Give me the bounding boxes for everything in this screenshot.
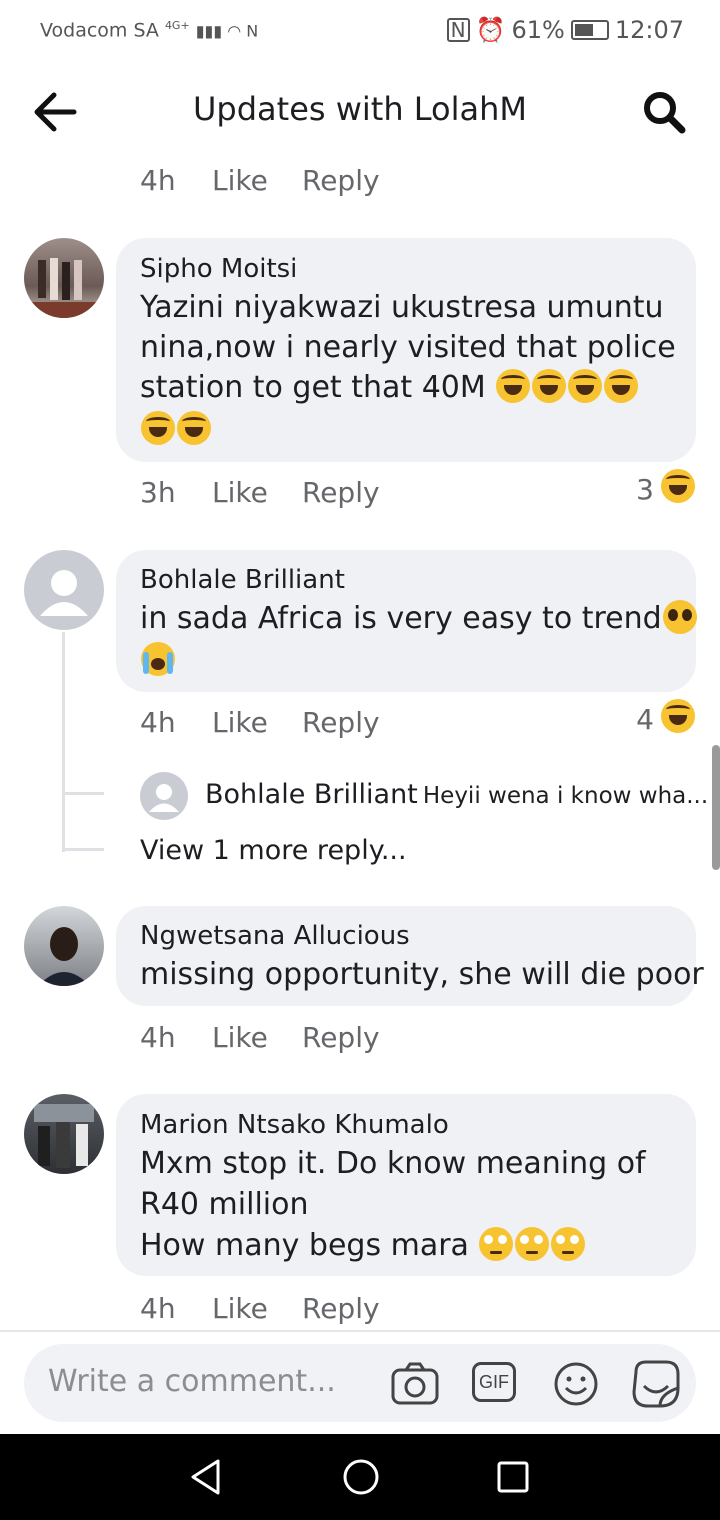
eye-roll-emoji-icon bbox=[551, 1226, 586, 1261]
reply-author: Bohlale Brilliant bbox=[205, 779, 418, 810]
header: Updates with LolahM bbox=[0, 62, 720, 162]
comment-text-line: missing opportunity, she will die poor bbox=[140, 957, 704, 992]
reply-snippet: Heyii wena i know wha... bbox=[422, 783, 709, 809]
clock: 12:07 bbox=[614, 16, 684, 44]
comment-composer: Write a comment... GIF bbox=[0, 1330, 720, 1436]
comment-time: 3h bbox=[140, 476, 176, 509]
system-nav-bar bbox=[0, 1434, 720, 1520]
alarm-icon: ⏰ bbox=[475, 16, 506, 44]
comment-author[interactable]: Bohlale Brilliant bbox=[140, 565, 345, 595]
reply-button[interactable]: Reply bbox=[302, 706, 380, 739]
search-icon bbox=[644, 92, 686, 134]
crying-emoji-icon bbox=[141, 641, 175, 676]
nfc-icon: N bbox=[446, 18, 470, 42]
avatar[interactable] bbox=[24, 238, 104, 318]
pleading-emoji-icon bbox=[662, 599, 697, 634]
like-button[interactable]: Like bbox=[212, 706, 268, 739]
reply-button[interactable]: Reply bbox=[302, 476, 380, 509]
reaction-count: 4 bbox=[636, 702, 654, 736]
rofl-emoji-icon bbox=[177, 410, 211, 445]
scrollbar[interactable] bbox=[712, 745, 720, 870]
group-photo-icon bbox=[34, 1104, 94, 1168]
smiley-icon[interactable] bbox=[552, 1360, 600, 1408]
rofl-emoji-icon bbox=[532, 368, 567, 403]
emoji-line bbox=[140, 641, 176, 681]
page-title: Updates with LolahM bbox=[192, 90, 528, 128]
comment-placeholder: Write a comment... bbox=[48, 1364, 336, 1399]
search-button[interactable] bbox=[640, 88, 688, 136]
rofl-emoji-icon bbox=[604, 368, 639, 403]
default-avatar-icon bbox=[149, 784, 179, 812]
thread-line bbox=[62, 632, 65, 852]
status-bar: Vodacom SA 4G+ ▮▮▮ ◠ N N ⏰ 61% 12:07 bbox=[0, 0, 720, 62]
reply-avatar[interactable] bbox=[140, 772, 188, 820]
haha-reaction-icon bbox=[661, 469, 695, 503]
comment-time: 4h bbox=[140, 1292, 176, 1325]
like-button[interactable]: Like bbox=[212, 476, 268, 509]
comment-text-line: How many begs mara bbox=[140, 1226, 586, 1266]
comment-text-line: in sada Africa is very easy to trend bbox=[140, 599, 698, 639]
comment-time: 4h bbox=[140, 164, 176, 197]
reply-button[interactable]: Reply bbox=[302, 164, 380, 197]
comment-text-line: station to get that 40M bbox=[140, 368, 639, 408]
gif-button[interactable]: GIF bbox=[472, 1362, 516, 1402]
comment-text-line: R40 million bbox=[140, 1187, 309, 1222]
carrier-label: Vodacom SA 4G+ ▮▮▮ ◠ N bbox=[40, 19, 259, 42]
nav-recents-icon[interactable] bbox=[496, 1460, 530, 1494]
status-right: N ⏰ 61% 12:07 bbox=[446, 16, 684, 44]
avatar[interactable] bbox=[24, 550, 104, 630]
rofl-emoji-icon bbox=[496, 368, 531, 403]
nav-home-icon[interactable] bbox=[342, 1458, 380, 1496]
avatar[interactable] bbox=[24, 906, 104, 986]
camera-icon[interactable] bbox=[390, 1360, 440, 1408]
comment-text: station to get that 40M bbox=[140, 370, 486, 405]
comment-author[interactable]: Ngwetsana Allucious bbox=[140, 921, 410, 951]
battery-percent: 61% bbox=[511, 16, 565, 44]
like-button[interactable]: Like bbox=[212, 1292, 268, 1325]
comment-text: in sada Africa is very easy to trend bbox=[140, 601, 662, 636]
avatar[interactable] bbox=[24, 1094, 104, 1174]
reaction-summary[interactable]: 3 bbox=[636, 469, 696, 506]
comment-text-line: Mxm stop it. Do know meaning of bbox=[140, 1146, 646, 1181]
nav-back-icon[interactable] bbox=[188, 1458, 224, 1496]
comment-text-line: nina,now i nearly visited that police bbox=[140, 330, 676, 365]
group-photo-icon bbox=[24, 258, 104, 318]
haha-reaction-icon bbox=[661, 699, 695, 733]
comment-time: 4h bbox=[140, 1021, 176, 1054]
reaction-summary[interactable]: 4 bbox=[636, 699, 696, 736]
battery-icon bbox=[570, 20, 609, 40]
like-button[interactable]: Like bbox=[212, 1021, 268, 1054]
default-avatar-icon bbox=[40, 570, 88, 616]
eye-roll-emoji-icon bbox=[479, 1226, 514, 1261]
view-more-replies[interactable]: View 1 more reply... bbox=[140, 835, 407, 866]
reply-preview[interactable]: Bohlale Brilliant Heyii wena i know wha.… bbox=[205, 779, 708, 810]
rofl-emoji-icon bbox=[568, 368, 603, 403]
comment-author[interactable]: Sipho Moitsi bbox=[140, 254, 297, 284]
thread-line bbox=[62, 792, 104, 795]
emoji-line bbox=[140, 410, 212, 450]
comment-author[interactable]: Marion Ntsako Khumalo bbox=[140, 1110, 449, 1140]
like-button[interactable]: Like bbox=[212, 164, 268, 197]
comment-text-line: Yazini niyakwazi ukustresa umuntu bbox=[140, 290, 664, 325]
comment-text: How many begs mara bbox=[140, 1228, 469, 1263]
thread-line bbox=[62, 848, 104, 851]
comment-time: 4h bbox=[140, 706, 176, 739]
profile-photo-icon bbox=[38, 927, 90, 986]
reaction-count: 3 bbox=[636, 472, 654, 506]
rofl-emoji-icon bbox=[141, 410, 175, 445]
reply-button[interactable]: Reply bbox=[302, 1292, 380, 1325]
reply-button[interactable]: Reply bbox=[302, 1021, 380, 1054]
eye-roll-emoji-icon bbox=[515, 1226, 550, 1261]
sticker-icon[interactable] bbox=[630, 1358, 682, 1410]
